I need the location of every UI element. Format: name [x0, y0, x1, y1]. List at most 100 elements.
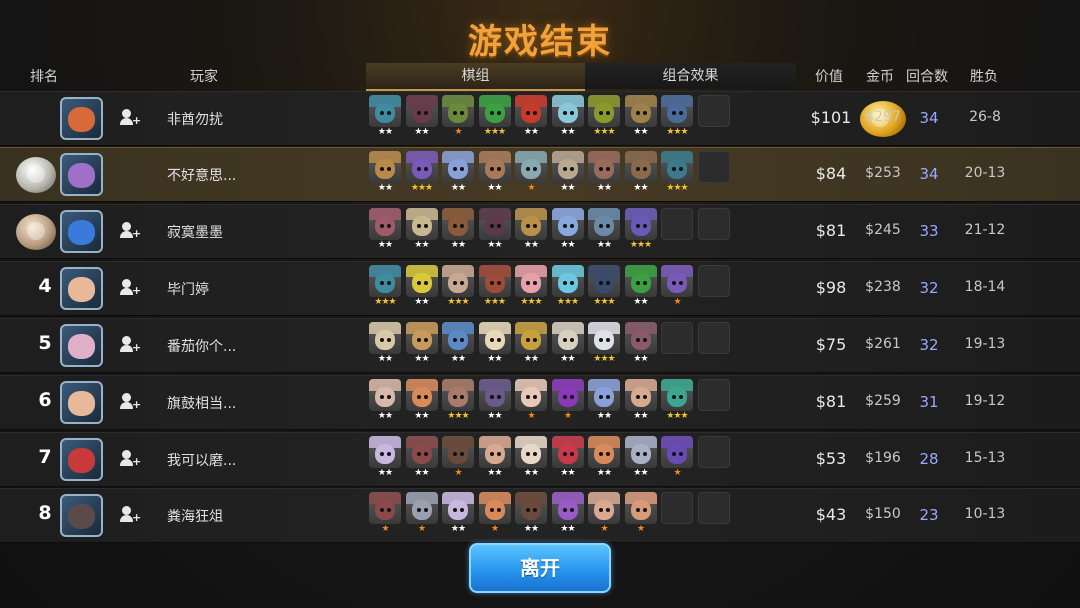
unit-portrait[interactable]: ★★ [478, 322, 511, 366]
unit-portrait[interactable]: ★★★ [661, 151, 693, 195]
unit-portrait[interactable]: ★★ [624, 436, 657, 480]
unit-portrait[interactable]: ★★ [588, 208, 620, 252]
unit-portrait[interactable]: ★★ [405, 436, 438, 480]
player-name: 毕门婷 [167, 282, 209, 298]
rounds-cell: 33 [919, 222, 939, 240]
unit-portrait[interactable]: ★★ [442, 492, 474, 536]
unit-portrait[interactable]: ★ [442, 436, 474, 480]
unit-portrait[interactable]: ★★ [478, 436, 511, 480]
star-rating: ★★★ [666, 183, 688, 193]
player-name: 粪海狂俎 [167, 509, 223, 525]
avatar[interactable] [60, 381, 103, 424]
unit-portrait[interactable]: ★★ [551, 492, 584, 536]
avatar[interactable] [60, 210, 103, 253]
avatar[interactable] [60, 438, 103, 481]
unit-portrait[interactable]: ★★ [442, 208, 474, 252]
tab-synergy[interactable]: 组合效果 [585, 63, 796, 89]
unit-portrait[interactable]: ★★★ [405, 151, 438, 195]
unit-portrait[interactable]: ★★ [478, 208, 511, 252]
avatar[interactable] [60, 97, 103, 140]
unit-portrait[interactable]: ★★★ [661, 95, 693, 139]
unit-portrait[interactable]: ★★ [624, 95, 657, 139]
unit-portrait[interactable]: ★★ [515, 95, 547, 139]
unit-portrait[interactable]: ★ [551, 379, 584, 423]
unit-portrait[interactable]: ★★★ [588, 322, 620, 366]
unit-portrait[interactable]: ★★ [405, 265, 438, 309]
unit-portrait[interactable]: ★ [588, 492, 620, 536]
avatar[interactable] [60, 494, 103, 537]
unit-portrait[interactable]: ★★ [624, 265, 657, 309]
unit-portrait[interactable]: ★★ [478, 379, 511, 423]
unit-portrait[interactable]: ★★ [369, 151, 401, 195]
unit-portrait[interactable]: ★★ [551, 322, 584, 366]
star-rating: ★ [381, 524, 389, 534]
unit-portrait[interactable]: ★★★ [551, 265, 584, 309]
add-friend-icon[interactable]: + [120, 222, 141, 239]
tab-lineup[interactable]: 棋组 [366, 63, 585, 91]
unit-portrait[interactable]: ★★ [588, 379, 620, 423]
unit-portrait[interactable]: ★★★ [515, 265, 547, 309]
star-rating: ★★★ [556, 297, 579, 307]
table-row: 5 + 番茄你个... ★★ ★★ ★★ ★★ ★★ ★★ ★★★ ★★ $75 $261 32 19-13 [0, 318, 1080, 373]
unit-portrait[interactable]: ★★ [515, 492, 547, 536]
add-friend-icon[interactable]: + [120, 393, 141, 410]
unit-portrait[interactable]: ★★ [369, 379, 401, 423]
unit-portrait[interactable]: ★★ [588, 436, 620, 480]
unit-portrait[interactable]: ★★ [369, 322, 401, 366]
unit-portrait[interactable]: ★★ [588, 151, 620, 195]
unit-portrait[interactable]: ★★★ [478, 95, 511, 139]
unit-portrait[interactable]: ★★★ [624, 208, 657, 252]
unit-portrait[interactable]: ★★ [442, 322, 474, 366]
unit-portrait[interactable]: ★★ [405, 322, 438, 366]
avatar[interactable] [60, 153, 103, 196]
unit-portrait[interactable]: ★ [478, 492, 511, 536]
unit-portrait[interactable]: ★★ [405, 95, 438, 139]
star-rating: ★★ [377, 183, 393, 193]
unit-portrait[interactable]: ★★ [624, 322, 657, 366]
unit-portrait[interactable]: ★★ [405, 379, 438, 423]
player-name: 旗鼓相当... [167, 396, 237, 412]
unit-portrait[interactable]: ★ [661, 265, 693, 309]
unit-portrait[interactable]: ★★ [551, 151, 584, 195]
unit-portrait[interactable]: ★★ [369, 436, 401, 480]
add-friend-icon[interactable]: + [120, 336, 141, 353]
unit-portrait[interactable]: ★★ [551, 95, 584, 139]
unit-portrait[interactable]: ★★★ [588, 95, 620, 139]
add-friend-icon[interactable]: + [120, 109, 141, 126]
header-value: 价值 [815, 69, 843, 85]
unit-portrait[interactable]: ★ [442, 95, 474, 139]
star-rating: ★ [600, 524, 608, 534]
unit-portrait[interactable]: ★ [515, 379, 547, 423]
unit-portrait[interactable]: ★★ [624, 379, 657, 423]
unit-portrait[interactable]: ★★ [551, 208, 584, 252]
star-rating: ★★ [414, 354, 429, 364]
unit-portrait[interactable]: ★★★ [661, 379, 693, 423]
unit-portrait[interactable]: ★★ [515, 436, 547, 480]
unit-portrait[interactable]: ★★★ [478, 265, 511, 309]
unit-portrait[interactable]: ★★ [624, 151, 657, 195]
add-friend-icon[interactable]: + [120, 450, 141, 467]
unit-portrait[interactable]: ★★ [442, 151, 474, 195]
unit-portrait[interactable]: ★★ [551, 436, 584, 480]
unit-portrait[interactable]: ★ [405, 492, 438, 536]
unit-portrait[interactable]: ★ [369, 492, 401, 536]
unit-portrait[interactable]: ★★ [515, 322, 547, 366]
unit-portrait[interactable]: ★★★ [442, 379, 474, 423]
unit-portrait[interactable]: ★★ [405, 208, 438, 252]
unit-portrait[interactable]: ★ [515, 151, 547, 195]
add-friend-icon[interactable]: + [120, 506, 141, 523]
unit-portrait[interactable]: ★★★ [369, 265, 401, 309]
unit-portrait[interactable]: ★★ [369, 208, 401, 252]
unit-portrait[interactable]: ★★★ [442, 265, 474, 309]
unit-portrait[interactable]: ★★ [369, 95, 401, 139]
avatar[interactable] [60, 324, 103, 367]
unit-portrait[interactable]: ★ [661, 436, 693, 480]
add-friend-icon[interactable]: + [120, 279, 141, 296]
unit-portrait[interactable]: ★★ [515, 208, 547, 252]
value-cell: $81 [815, 392, 847, 411]
unit-portrait[interactable]: ★★★ [588, 265, 620, 309]
leave-button[interactable]: 离开 [469, 543, 611, 593]
avatar[interactable] [60, 267, 103, 310]
unit-portrait[interactable]: ★ [624, 492, 657, 536]
unit-portrait[interactable]: ★★ [478, 151, 511, 195]
